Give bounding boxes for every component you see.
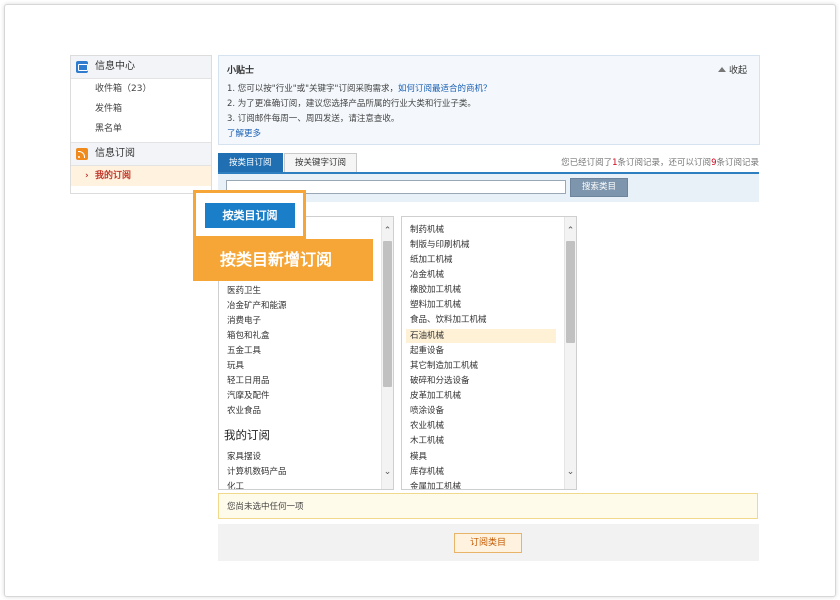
note-text: 您已经订阅了 [561, 158, 613, 168]
list-item[interactable]: 皮革加工机械 [410, 389, 461, 403]
subscription-count-note: 您已经订阅了1条订阅记录，还可以订阅9条订阅记录 [561, 156, 759, 168]
list-item[interactable]: 木工机械 [410, 434, 444, 448]
list-item[interactable]: 农业机械 [410, 419, 444, 433]
floating-my-subscription-label: 我的订阅 [224, 427, 374, 443]
list-item[interactable]: 喷涂设备 [410, 404, 444, 418]
list-item[interactable]: 家具摆设 [227, 450, 261, 464]
scrollbar[interactable]: ⌃ ⌄ [381, 217, 393, 489]
list-item[interactable]: 五金工具 [227, 344, 261, 358]
sidebar-item-label: 我的订阅 [95, 171, 132, 181]
list-item[interactable]: 金属加工机械 [410, 480, 461, 489]
list-item[interactable]: 塑料加工机械 [410, 298, 461, 312]
list-item[interactable]: 冶金机械 [410, 268, 444, 282]
list-item[interactable]: 消费电子 [227, 314, 261, 328]
list-item[interactable]: 破碎和分选设备 [410, 374, 470, 388]
list-item[interactable]: 汽摩及配件 [227, 389, 270, 403]
list-item[interactable]: 食品、饮料加工机械 [410, 313, 487, 327]
learn-more-link[interactable]: 了解更多 [227, 127, 261, 139]
callout-banner: 按类目新增订阅 [193, 239, 373, 281]
note-text: 条订阅记录 [716, 158, 759, 168]
collapse-button[interactable]: 收起 [717, 63, 747, 76]
collapse-label: 收起 [728, 66, 747, 76]
tip-line-2: 2. 为了更准确订阅，建议您选择产品所属的行业大类和行业子类。 [227, 99, 476, 109]
list-item[interactable]: 起重设备 [410, 344, 444, 358]
list-item[interactable]: 制药机械 [410, 223, 444, 237]
list-item[interactable]: 模具 [410, 450, 427, 464]
scrollbar-thumb[interactable] [566, 241, 575, 343]
list-item[interactable]: 化工 [227, 480, 244, 489]
tips-title: 小贴士 [227, 66, 255, 76]
selection-status: 您尚未选中任何一项 [218, 493, 758, 519]
footer-bar: 订阅类目 [218, 524, 759, 561]
chevron-up-icon [717, 67, 726, 72]
list-item-selected[interactable]: 石油机械 [406, 329, 556, 343]
tab-bar: 按类目订阅 按关键字订阅 您已经订阅了1条订阅记录，还可以订阅9条订阅记录 [218, 153, 759, 174]
sidebar: 信息中心 收件箱（23） 发件箱 黑名单 信息订阅 › 我的订阅 [70, 55, 212, 194]
sidebar-section-info-center[interactable]: 信息中心 [71, 56, 211, 79]
tab-by-keyword[interactable]: 按关键字订阅 [284, 153, 358, 172]
scrollbar-thumb[interactable] [383, 241, 392, 387]
list-item[interactable]: 其它制造加工机械 [410, 359, 478, 373]
sidebar-section-title: 信息订阅 [95, 148, 135, 159]
sidebar-section-subscription[interactable]: 信息订阅 [71, 142, 211, 166]
list-item[interactable]: 玩具 [227, 359, 244, 373]
chevron-down-icon[interactable]: ⌄ [382, 467, 393, 478]
list-item[interactable]: 橡胶加工机械 [410, 283, 461, 297]
scrollbar[interactable]: ⌃ ⌄ [564, 217, 576, 489]
chevron-right-icon: › [85, 171, 89, 181]
note-text: 条订阅记录，还可以订阅 [617, 158, 712, 168]
chevron-up-icon[interactable]: ⌃ [382, 226, 393, 237]
subscribe-category-button[interactable]: 订阅类目 [454, 533, 522, 553]
list-item[interactable]: 冶金矿产和能源 [227, 299, 287, 313]
sidebar-section-title: 信息中心 [95, 61, 135, 72]
mail-icon [76, 61, 88, 73]
tips-panel: 小贴士 收起 1. 您可以按"行业"或"关键字"订阅采购需求，如何订阅最适合的商… [218, 55, 760, 145]
sidebar-item-blacklist[interactable]: 黑名单 [71, 119, 211, 139]
tip-line-3: 3. 订阅邮件每周一、周四发送，请注意查收。 [227, 114, 400, 124]
search-category-button[interactable]: 搜索类目 [570, 178, 628, 197]
callout-tab-highlight: 按类目订阅 [193, 190, 306, 239]
rss-icon [76, 148, 88, 160]
sidebar-item-my-subscription[interactable]: › 我的订阅 [71, 166, 211, 186]
list-item[interactable]: 库存机械 [410, 465, 444, 479]
tab-by-category[interactable]: 按类目订阅 [218, 153, 283, 172]
list-item[interactable]: 医药卫生 [227, 284, 261, 298]
category-list-right: 制药机械 制版与印刷机械 纸加工机械 冶金机械 橡胶加工机械 塑料加工机械 食品… [401, 216, 577, 490]
list-item[interactable]: 计算机数码产品 [227, 465, 287, 479]
list-item[interactable]: 制版与印刷机械 [410, 238, 470, 252]
sidebar-item-inbox[interactable]: 收件箱（23） [71, 79, 211, 99]
sidebar-item-sent[interactable]: 发件箱 [71, 99, 211, 119]
tip-text: 1. 您可以按"行业"或"关键字"订阅采购需求， [227, 84, 398, 94]
tip-line-1: 1. 您可以按"行业"或"关键字"订阅采购需求，如何订阅最适合的商机？ [227, 82, 491, 94]
list-item[interactable]: 轻工日用品 [227, 374, 270, 388]
how-to-subscribe-link[interactable]: 如何订阅最适合的商机？ [398, 84, 492, 94]
chevron-up-icon[interactable]: ⌃ [565, 226, 576, 237]
chevron-down-icon[interactable]: ⌄ [565, 467, 576, 478]
list-item[interactable]: 农业食品 [227, 404, 261, 418]
list-item[interactable]: 箱包和礼盒 [227, 329, 270, 343]
callout-tab-label[interactable]: 按类目订阅 [205, 203, 295, 228]
list-item[interactable]: 纸加工机械 [410, 253, 453, 267]
